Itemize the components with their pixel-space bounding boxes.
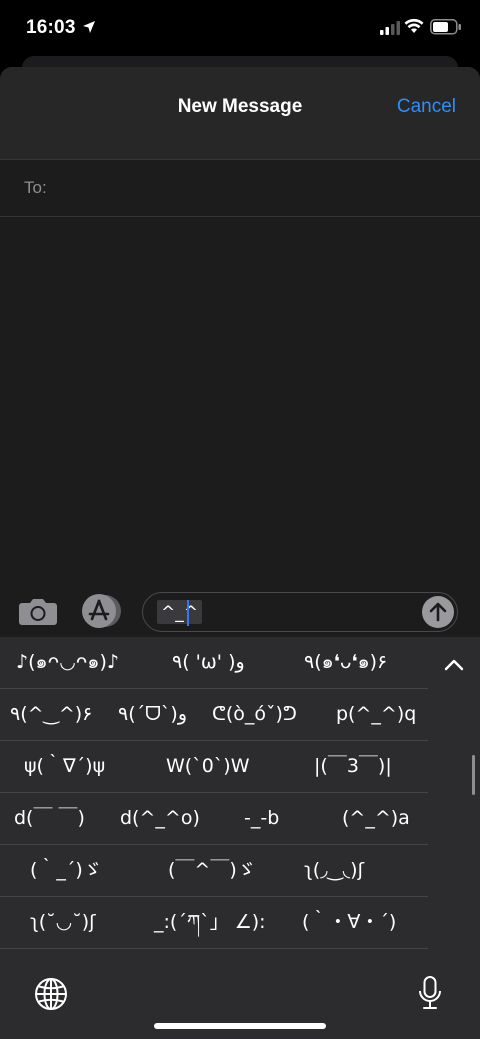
home-indicator[interactable] (154, 1023, 326, 1029)
battery-icon (430, 19, 461, 35)
kaomoji-key[interactable]: ٩(^‿^)۶ (10, 689, 92, 740)
keyboard-row: ʅ(˘◡˘)ʃ _:(´ཀ`」 ∠): (｀・∀・´) (0, 897, 428, 949)
kaomoji-key[interactable]: W(`0`)W (166, 741, 250, 792)
kaomoji-key[interactable]: p(^_^)q (336, 689, 416, 740)
kaomoji-key[interactable]: ٩(๑❛ᴗ❛๑)۶ (304, 637, 387, 688)
kaomoji-key[interactable]: (^_^)a (342, 793, 410, 844)
kaomoji-grid: ♪(๑ᴖ◡ᴖ๑)♪ ٩( 'ω' )و ٩(๑❛ᴗ❛๑)۶ ٩(^‿^)۶ ٩(… (0, 637, 428, 949)
kaomoji-key[interactable]: d(￣ ￣) (14, 793, 85, 844)
kaomoji-key[interactable]: ʅ(◞‿◟)ʃ (304, 845, 364, 896)
kaomoji-key[interactable]: (｀_´)ゞ (30, 845, 102, 896)
kaomoji-key[interactable]: ٩(ˊᗜˋ)و (118, 689, 187, 740)
keyboard-row: ♪(๑ᴖ◡ᴖ๑)♪ ٩( 'ω' )و ٩(๑❛ᴗ❛๑)۶ (0, 637, 428, 689)
kaomoji-key[interactable]: ψ(｀∇´)ψ (24, 741, 105, 792)
recipient-field[interactable]: To: (0, 161, 480, 217)
location-arrow-icon (83, 21, 95, 33)
chevron-up-icon[interactable] (440, 653, 468, 677)
keyboard-row: d(￣ ￣) d(^_^o) -_-b (^_^)a (0, 793, 428, 845)
status-time: 16:03 (26, 17, 76, 38)
kaomoji-key[interactable]: -_-b (244, 793, 279, 844)
status-bar: 16:03 (0, 0, 480, 56)
arrow-up-icon (429, 602, 447, 622)
text-cursor (187, 600, 189, 626)
compose-bar: ^_^ (0, 588, 480, 638)
recipient-label: To: (24, 178, 47, 197)
kaomoji-key[interactable]: ٩( 'ω' )و (172, 637, 245, 688)
keyboard-row: (｀_´)ゞ (￣^￣)ゞ ʅ(◞‿◟)ʃ (0, 845, 428, 897)
camera-icon[interactable] (18, 595, 58, 627)
kaomoji-key[interactable]: ᕦ(ò_óˇ)ᕤ (212, 689, 297, 740)
kaomoji-key[interactable]: ♪(๑ᴖ◡ᴖ๑)♪ (16, 637, 119, 688)
message-input[interactable]: ^_^ (142, 592, 458, 632)
navigation-bar: New Message Cancel (0, 67, 480, 160)
kaomoji-key[interactable]: d(^_^o) (120, 793, 200, 844)
kaomoji-key[interactable]: ʅ(˘◡˘)ʃ (30, 897, 96, 948)
globe-icon[interactable] (34, 977, 68, 1011)
app-store-icon[interactable] (80, 593, 122, 629)
wifi-icon (404, 18, 424, 33)
message-text: ^_^ (157, 600, 202, 624)
send-button[interactable] (422, 596, 454, 628)
microphone-icon[interactable] (418, 975, 442, 1011)
kaomoji-key[interactable]: (￣^￣)ゞ (168, 845, 256, 896)
kaomoji-key[interactable]: _:(´ཀ`」 ∠): (154, 897, 266, 948)
kaomoji-key[interactable]: |(￣3￣)| (314, 741, 392, 792)
cancel-button[interactable]: Cancel (397, 96, 456, 118)
kaomoji-key[interactable]: (｀・∀・´) (302, 897, 396, 948)
keyboard-row: ψ(｀∇´)ψ W(`0`)W |(￣3￣)| (0, 741, 428, 793)
keyboard-row: ٩(^‿^)۶ ٩(ˊᗜˋ)و ᕦ(ò_óˇ)ᕤ p(^_^)q (0, 689, 428, 741)
kaomoji-keyboard: ♪(๑ᴖ◡ᴖ๑)♪ ٩( 'ω' )و ٩(๑❛ᴗ❛๑)۶ ٩(^‿^)۶ ٩(… (0, 637, 480, 1039)
keyboard-scrollbar[interactable] (472, 755, 475, 795)
cellular-signal-icon (380, 21, 400, 35)
